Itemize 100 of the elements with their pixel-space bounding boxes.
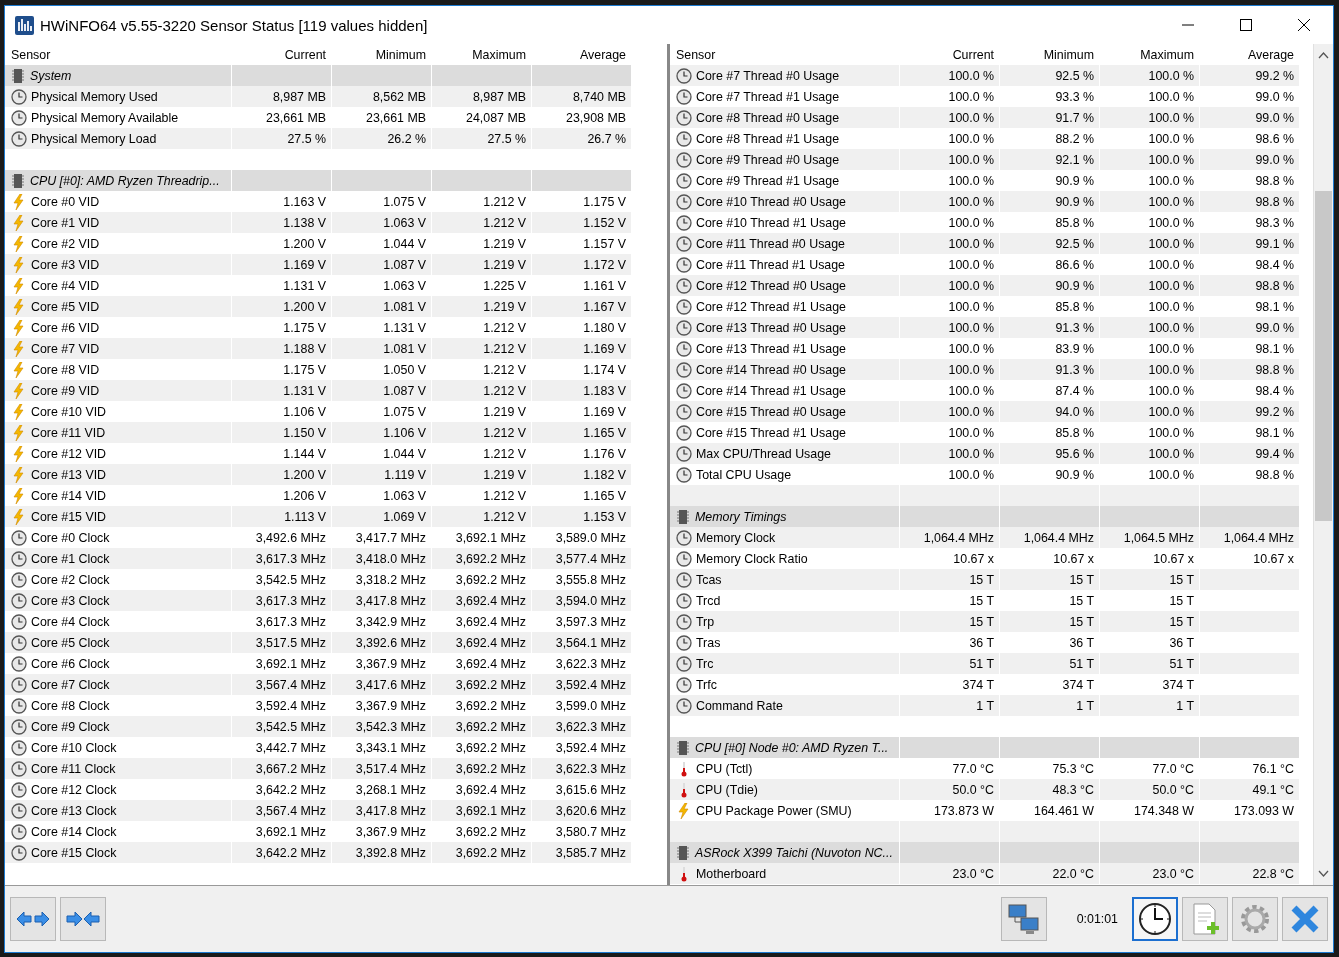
table-cell: 27.5 % <box>432 128 531 149</box>
clock-icon <box>11 529 27 546</box>
table-cell: 1,064.5 MHz <box>1100 527 1199 548</box>
table-cell: 1,064.4 MHz <box>1200 527 1299 548</box>
clock-button[interactable] <box>1132 897 1178 941</box>
table-cell: 98.8 % <box>1200 359 1299 380</box>
sensor-name: Core #11 Thread #1 Usage <box>696 257 845 272</box>
table-cell: 3,667.2 MHz <box>232 758 331 779</box>
sensor-name: Core #9 Thread #1 Usage <box>696 173 840 188</box>
monitors-icon <box>1005 901 1042 937</box>
table-cell: 100.0 % <box>1100 191 1199 212</box>
table-cell: 92.1 % <box>1000 149 1099 170</box>
clock-icon <box>11 697 27 714</box>
table-cell: 1.138 V <box>232 212 331 233</box>
table-cell: 3,585.7 MHz <box>532 842 631 863</box>
sensor-name: Core #11 Clock <box>31 761 116 776</box>
scroll-thumb[interactable] <box>1315 191 1332 521</box>
lightning-icon <box>11 298 27 315</box>
table-cell: 3,692.2 MHz <box>432 842 531 863</box>
table-cell: 51 T <box>900 653 999 674</box>
sensor-name: Core #3 Clock <box>31 593 110 608</box>
lightning-icon <box>11 508 27 525</box>
sensor-name: Physical Memory Load <box>31 131 157 146</box>
clock-icon <box>11 613 27 630</box>
table-cell: 26.7 % <box>532 128 631 149</box>
sensor-name: Core #0 Clock <box>31 530 110 545</box>
sensor-name: Core #6 VID <box>31 320 100 335</box>
sensor-name: Core #5 VID <box>31 299 100 314</box>
sensor-name: CPU Package Power (SMU) <box>696 803 852 818</box>
sensor-name: Core #7 Clock <box>31 677 110 692</box>
table-cell: 100.0 % <box>1100 275 1199 296</box>
sensor-name: Physical Memory Used <box>31 89 158 104</box>
table-cell: 1,064.4 MHz <box>900 527 999 548</box>
clock-icon <box>676 424 692 441</box>
table-cell: 3,417.6 MHz <box>332 674 431 695</box>
lightning-icon <box>11 424 27 441</box>
sensor-name: Core #15 Thread #0 Usage <box>696 404 846 419</box>
sensor-name: Core #4 VID <box>31 278 100 293</box>
lightning-icon <box>676 802 692 819</box>
scrollbar[interactable] <box>1313 44 1333 885</box>
table-cell: 1.063 V <box>332 212 431 233</box>
clock-icon <box>676 634 692 651</box>
table-cell: 3,692.2 MHz <box>432 758 531 779</box>
table-cell: 100.0 % <box>900 401 999 422</box>
table-cell: 3,564.1 MHz <box>532 632 631 653</box>
sensor-name: Core #9 Clock <box>31 719 110 734</box>
table-cell: 92.5 % <box>1000 65 1099 86</box>
clock-icon <box>676 550 692 567</box>
table-cell: 3,622.3 MHz <box>532 716 631 737</box>
table-cell: 99.0 % <box>1200 317 1299 338</box>
table-cell: 100.0 % <box>900 443 999 464</box>
table-cell: 1.212 V <box>432 212 531 233</box>
sensor-name: Total CPU Usage <box>696 467 792 482</box>
sensor-name: Core #15 VID <box>31 509 107 524</box>
table-cell: 100.0 % <box>900 359 999 380</box>
table-cell: 1.182 V <box>532 464 631 485</box>
lightning-icon <box>11 466 27 483</box>
settings-button[interactable] <box>1232 897 1278 941</box>
sensor-name: Memory Clock <box>696 530 776 545</box>
sensor-name: Core #13 VID <box>31 467 107 482</box>
table-cell: 1.200 V <box>232 296 331 317</box>
lightning-icon <box>11 487 27 504</box>
clock-icon <box>676 298 692 315</box>
table-cell: 22.0 °C <box>1000 863 1099 884</box>
table-cell: 1.219 V <box>432 254 531 275</box>
sensor-name: CPU (Tdie) <box>696 782 758 797</box>
table-cell: 99.2 % <box>1200 401 1299 422</box>
sensor-name: Core #4 Clock <box>31 614 110 629</box>
chip-icon <box>675 739 691 756</box>
table-cell: 95.6 % <box>1000 443 1099 464</box>
lightning-icon <box>11 214 27 231</box>
sensor-name: Core #8 Thread #1 Usage <box>696 131 840 146</box>
table-cell: 1.131 V <box>232 380 331 401</box>
table-cell: 100.0 % <box>1100 359 1199 380</box>
table-cell: 50.0 °C <box>1100 779 1199 800</box>
sensor-name: Core #10 Thread #1 Usage <box>696 215 846 230</box>
collapse-button[interactable] <box>60 897 106 941</box>
clock-icon <box>676 88 692 105</box>
table-cell: 3,567.4 MHz <box>232 674 331 695</box>
table-cell: 22.8 °C <box>1200 863 1299 884</box>
sensor-name: Trc <box>696 656 714 671</box>
table-cell: 98.8 % <box>1200 191 1299 212</box>
table-cell: 100.0 % <box>900 65 999 86</box>
clock-icon <box>676 676 692 693</box>
table-cell: 1.087 V <box>332 254 431 275</box>
table-cell: 8,987 MB <box>432 86 531 107</box>
sensor-name: Core #8 VID <box>31 362 100 377</box>
close-sensors-button[interactable] <box>1282 897 1328 941</box>
close-icon <box>1297 18 1311 32</box>
expand-button[interactable] <box>10 897 56 941</box>
table-cell: 3,692.1 MHz <box>432 800 531 821</box>
table-cell: 100.0 % <box>900 107 999 128</box>
table-cell: 1.081 V <box>332 296 431 317</box>
table-cell: 3,594.0 MHz <box>532 590 631 611</box>
table-cell: 99.1 % <box>1200 233 1299 254</box>
sensor-name: Core #15 Thread #1 Usage <box>696 425 846 440</box>
network-button[interactable] <box>1000 897 1047 941</box>
lightning-icon <box>11 340 27 357</box>
sensor-name: Core #7 Thread #1 Usage <box>696 89 840 104</box>
table-cell: 1,064.4 MHz <box>1000 527 1099 548</box>
